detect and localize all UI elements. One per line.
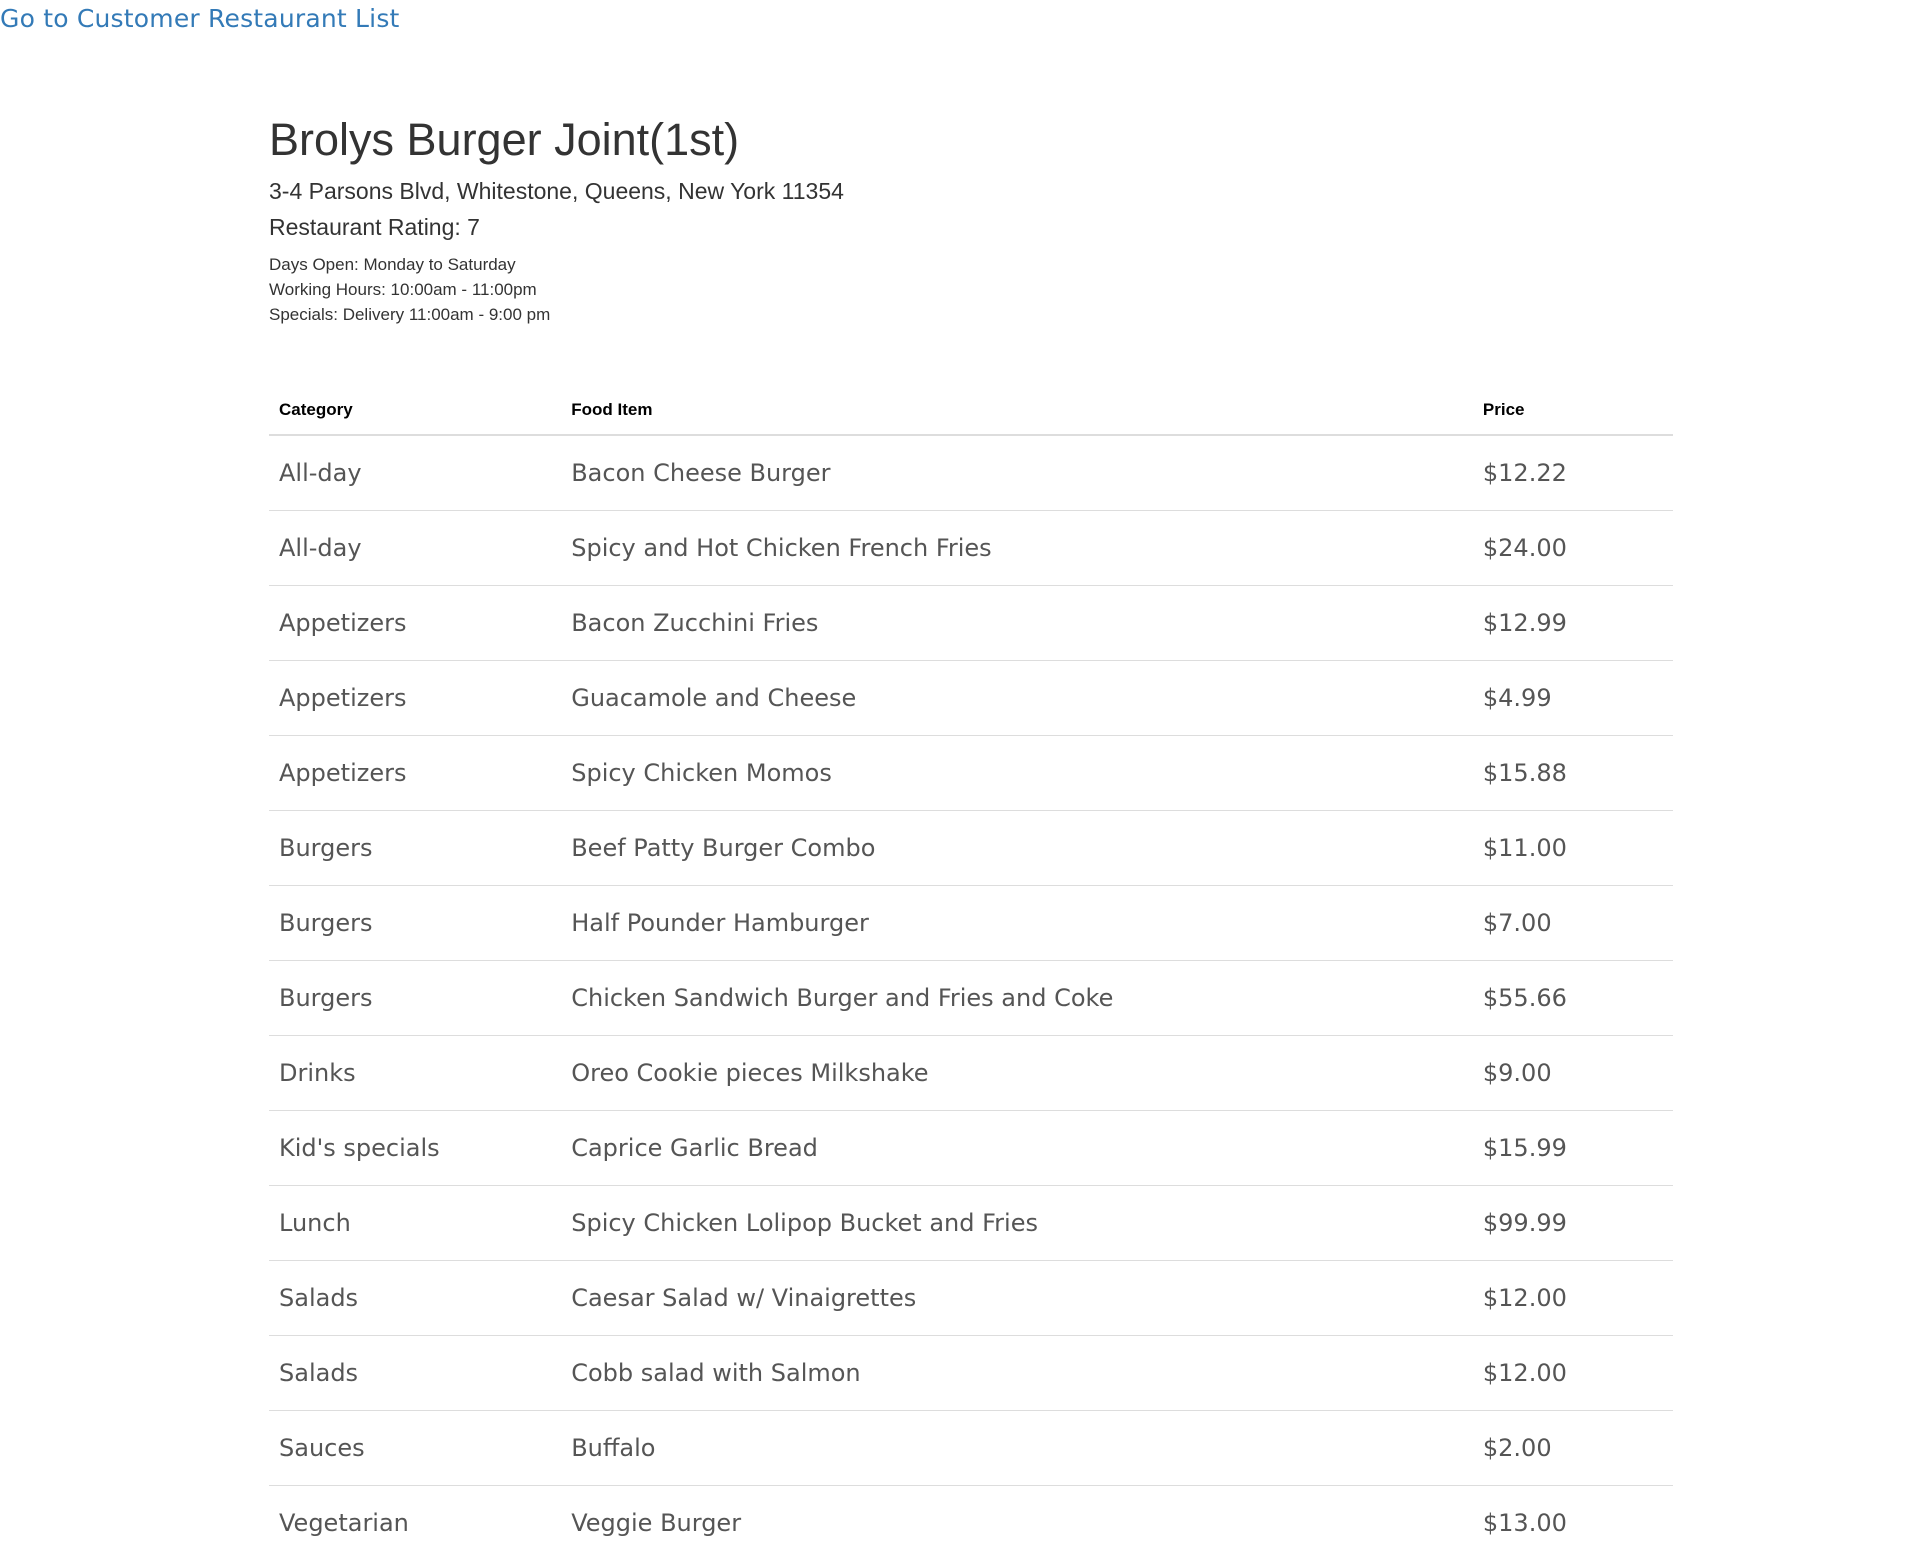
category-cell: Burgers xyxy=(269,960,562,1036)
category-cell: Vegetarian xyxy=(279,1509,409,1537)
menu-body: All-day Bacon Cheese Burger $12.22 All-d… xyxy=(269,435,1673,1556)
price-cell: $15.88 xyxy=(1472,735,1673,811)
table-row: Appetizers Guacamole and Cheese $4.99 xyxy=(269,660,1673,736)
menu-header-row: Category Food Item Price xyxy=(269,385,1673,436)
price-cell: $11.00 xyxy=(1472,810,1673,886)
category-cell: Sauces xyxy=(269,1410,562,1486)
food-item-cell: Veggie Burger xyxy=(571,1509,742,1537)
category-cell: All-day xyxy=(269,435,562,511)
restaurant-address: 3-4 Parsons Blvd, Whitestone, Queens, Ne… xyxy=(269,178,844,204)
price-cell: $2.00 xyxy=(1472,1410,1673,1486)
specials: Specials: Delivery 11:00am - 9:00 pm xyxy=(269,305,551,324)
category-cell: Drinks xyxy=(269,1035,562,1111)
price-cell: $12.22 xyxy=(1472,435,1673,511)
price-cell: $15.99 xyxy=(1472,1110,1673,1186)
price-cell: $9.00 xyxy=(1472,1035,1673,1111)
price-cell: $4.99 xyxy=(1472,660,1673,736)
price-cell: $12.00 xyxy=(1472,1335,1673,1411)
food-item-cell: Guacamole and Cheese xyxy=(561,660,1473,736)
food-item-cell: Bacon Cheese Burger xyxy=(561,435,1473,511)
days-open: Days Open: Monday to Saturday xyxy=(269,255,516,274)
restaurant-name: Brolys Burger Joint(1st) xyxy=(269,114,740,165)
category-cell: Burgers xyxy=(269,885,562,961)
restaurant-info: Days Open: Monday to Saturday Working Ho… xyxy=(269,252,1673,327)
table-row: Burgers Beef Patty Burger Combo $11.00 xyxy=(269,810,1673,886)
restaurant-rating: Restaurant Rating: 7 xyxy=(269,214,480,240)
category-cell: Salads xyxy=(269,1260,562,1336)
table-row: Appetizers Spicy Chicken Momos $15.88 xyxy=(269,735,1673,811)
table-row: Burgers Half Pounder Hamburger $7.00 xyxy=(269,885,1673,961)
table-row: Lunch Spicy Chicken Lolipop Bucket and F… xyxy=(269,1185,1673,1261)
category-cell: Appetizers xyxy=(269,660,562,736)
food-item-cell: Half Pounder Hamburger xyxy=(561,885,1473,961)
category-cell: All-day xyxy=(269,510,562,586)
category-cell: Appetizers xyxy=(269,585,562,661)
category-cell: Burgers xyxy=(269,810,562,886)
food-item-cell: Chicken Sandwich Burger and Fries and Co… xyxy=(561,960,1473,1036)
table-row: Sauces Buffalo $2.00 xyxy=(269,1410,1673,1486)
category-header: Category xyxy=(269,385,562,436)
working-hours: Working Hours: 10:00am - 11:00pm xyxy=(269,280,537,299)
price-cell: $12.00 xyxy=(1472,1260,1673,1336)
food-item-cell: Caprice Garlic Bread xyxy=(561,1110,1473,1186)
table-row: Salads Cobb salad with Salmon $12.00 xyxy=(269,1335,1673,1411)
price-cell: $12.99 xyxy=(1472,585,1673,661)
price-cell: $7.00 xyxy=(1472,885,1673,961)
food-item-cell: Bacon Zucchini Fries xyxy=(561,585,1473,661)
price-cell: $13.00 xyxy=(1482,1509,1567,1537)
table-row: Kid's specials Caprice Garlic Bread $15.… xyxy=(269,1110,1673,1186)
food-item-cell: Oreo Cookie pieces Milkshake xyxy=(561,1035,1473,1111)
restaurant-details: Brolys Burger Joint(1st) 3-4 Parsons Blv… xyxy=(269,110,1673,1556)
category-cell: Kid's specials xyxy=(269,1110,562,1186)
table-row: Burgers Chicken Sandwich Burger and Frie… xyxy=(269,960,1673,1036)
table-row: Drinks Oreo Cookie pieces Milkshake $9.0… xyxy=(269,1035,1673,1111)
food-item-cell: Spicy Chicken Momos xyxy=(561,735,1473,811)
food-item-cell: Caesar Salad w/ Vinaigrettes xyxy=(561,1260,1473,1336)
food-item-cell: Cobb salad with Salmon xyxy=(561,1335,1473,1411)
food-item-header: Food Item xyxy=(561,385,1473,436)
price-cell: $99.99 xyxy=(1472,1185,1673,1261)
food-item-cell: Spicy Chicken Lolipop Bucket and Fries xyxy=(561,1185,1473,1261)
table-row: Salads Caesar Salad w/ Vinaigrettes $12.… xyxy=(269,1260,1673,1336)
table-row: All-day Spicy and Hot Chicken French Fri… xyxy=(269,510,1673,586)
category-cell: Lunch xyxy=(269,1185,562,1261)
category-cell: Salads xyxy=(269,1335,562,1411)
table-row: Appetizers Bacon Zucchini Fries $12.99 xyxy=(269,585,1673,661)
food-item-cell: Beef Patty Burger Combo xyxy=(561,810,1473,886)
food-item-cell: Buffalo xyxy=(561,1410,1473,1486)
price-cell: $24.00 xyxy=(1472,510,1673,586)
table-row: Vegetarian Veggie Burger $13.00 xyxy=(269,1486,1673,1556)
category-cell: Appetizers xyxy=(269,735,562,811)
food-item-cell: Spicy and Hot Chicken French Fries xyxy=(561,510,1473,586)
table-row: All-day Bacon Cheese Burger $12.22 xyxy=(269,435,1673,511)
customer-restaurant-list-link[interactable]: Go to Customer Restaurant List xyxy=(0,4,400,33)
price-header: Price xyxy=(1472,385,1673,436)
price-cell: $55.66 xyxy=(1472,960,1673,1036)
menu-table: Category Food Item Price All-day Bacon C… xyxy=(269,385,1673,1556)
